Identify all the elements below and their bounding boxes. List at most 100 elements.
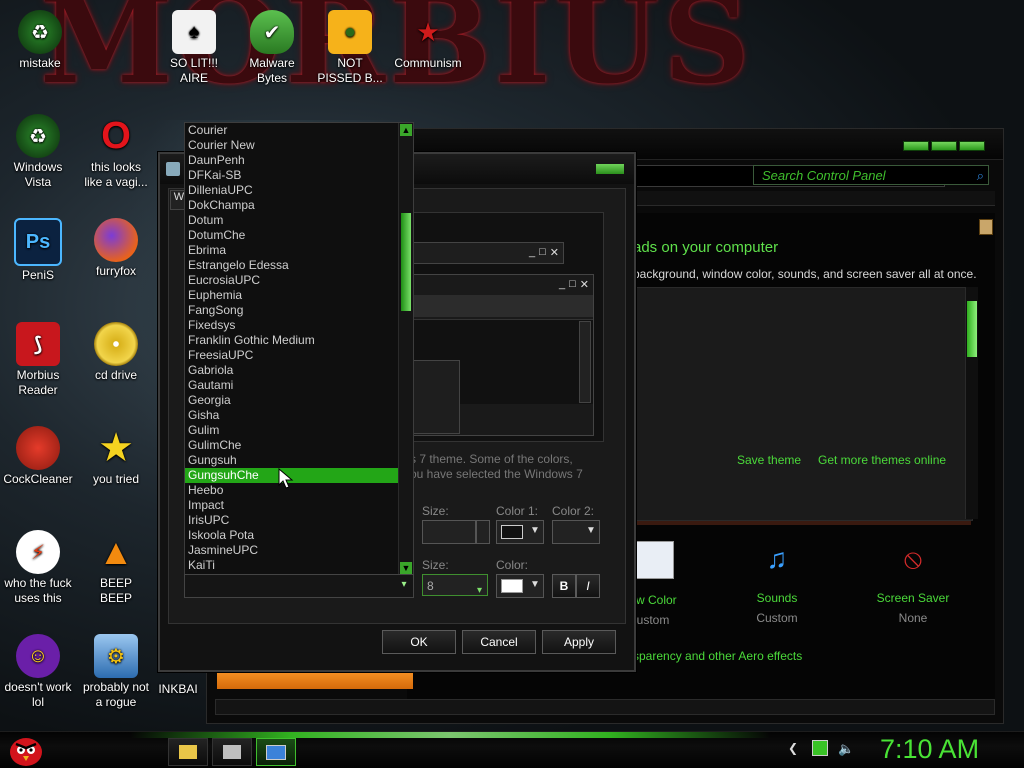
- font-option[interactable]: Estrangelo Edessa: [185, 258, 413, 273]
- font-option[interactable]: IrisUPC: [185, 513, 413, 528]
- system-tray: ❮ 🔈: [788, 740, 854, 756]
- desktop-icon-solitaire[interactable]: ♠ SO LIT!!! AIRE: [156, 10, 232, 86]
- desktop-icon-label: you tried: [92, 472, 140, 486]
- font-option[interactable]: DokChampa: [185, 198, 413, 213]
- desktop-icon-windows-vista[interactable]: ♻ Windows Vista: [0, 114, 76, 190]
- font-option[interactable]: Dotum: [185, 213, 413, 228]
- font-option[interactable]: Fixedsys: [185, 318, 413, 333]
- font-dropdown-list[interactable]: Courier Courier New DaunPenh DFKai-SB Dillen…: [184, 122, 414, 576]
- taskbar-control-panel-button[interactable]: [256, 738, 296, 766]
- font-option[interactable]: Impact: [185, 498, 413, 513]
- preview-scrollbar: [579, 321, 591, 403]
- help-icon[interactable]: [979, 219, 993, 235]
- item-size-input[interactable]: [422, 520, 476, 544]
- close-button[interactable]: [959, 141, 985, 151]
- cancel-button[interactable]: Cancel: [462, 630, 536, 654]
- desktop-icon-yahoo[interactable]: ☺ doesn't work lol: [0, 634, 76, 710]
- desktop-icon-firefox[interactable]: furryfox: [78, 218, 154, 279]
- desktop-icon-pdf-reader[interactable]: ⟆ Morbius Reader: [0, 322, 76, 398]
- desktop-icon-opera[interactable]: O this looks like a vagi...: [78, 114, 154, 190]
- desktop-icon-malwarebytes[interactable]: ✔ Malware Bytes: [234, 10, 310, 86]
- font-option[interactable]: FangSong: [185, 303, 413, 318]
- preview-inactive-window: _ □ ✕: [412, 242, 564, 264]
- font-select[interactable]: ▾: [184, 574, 414, 598]
- color2-picker[interactable]: ▼: [552, 520, 600, 544]
- get-more-themes-link[interactable]: Get more themes online: [818, 453, 946, 467]
- font-option[interactable]: Gabriola: [185, 363, 413, 378]
- italic-toggle[interactable]: I: [576, 574, 600, 598]
- font-list-scrollbar[interactable]: ▲ ▼: [398, 123, 413, 575]
- desktop-icon-ccleaner[interactable]: CockCleaner: [0, 426, 76, 487]
- font-option[interactable]: DilleniaUPC: [185, 183, 413, 198]
- volume-icon[interactable]: 🔈: [838, 741, 854, 756]
- font-option[interactable]: Gulim: [185, 423, 413, 438]
- scrollbar-thumb[interactable]: [401, 213, 411, 311]
- aero-effects-link[interactable]: sparency and other Aero effects: [633, 649, 802, 663]
- desktop-icon-flash[interactable]: ⚡ who the fuck uses this: [0, 530, 76, 606]
- search-input[interactable]: Search Control Panel: [753, 165, 989, 186]
- font-color-picker[interactable]: ▼: [496, 574, 544, 598]
- font-option[interactable]: GulimChe: [185, 438, 413, 453]
- start-button[interactable]: [6, 730, 46, 768]
- yahoo-messenger-icon: ☺: [16, 634, 60, 678]
- font-option[interactable]: DotumChe: [185, 228, 413, 243]
- ok-button[interactable]: OK: [382, 630, 456, 654]
- window-color-icon: [632, 541, 674, 579]
- pig-icon: ●: [328, 10, 372, 54]
- font-option[interactable]: Ebrima: [185, 243, 413, 258]
- desktop-icon-bad-piggies[interactable]: ● NOT PISSED B...: [312, 10, 388, 86]
- music-notes-icon: ♫: [766, 543, 788, 574]
- screen-saver-item[interactable]: ⦸ Screen Saver None: [853, 541, 973, 625]
- save-theme-link[interactable]: Save theme: [737, 453, 801, 467]
- font-size-select[interactable]: 8 ▾: [422, 574, 488, 596]
- font-option[interactable]: Courier: [185, 123, 413, 138]
- scrollbar-thumb[interactable]: [967, 301, 977, 357]
- font-option[interactable]: DFKai-SB: [185, 168, 413, 183]
- theme-scrollbar[interactable]: [965, 287, 978, 519]
- color1-picker[interactable]: ▼: [496, 520, 544, 544]
- network-icon[interactable]: [812, 740, 828, 756]
- font-option[interactable]: Euphemia: [185, 288, 413, 303]
- window-controls[interactable]: [903, 141, 985, 151]
- minimize-button[interactable]: [903, 141, 929, 151]
- dialog-close-button[interactable]: [596, 164, 624, 174]
- font-option[interactable]: JasmineUPC: [185, 543, 413, 558]
- font-option[interactable]: Franklin Gothic Medium: [185, 333, 413, 348]
- font-option[interactable]: Gautami: [185, 378, 413, 393]
- font-option[interactable]: Heebo: [185, 483, 413, 498]
- desktop-icon-you-tried[interactable]: ★ you tried: [78, 426, 154, 487]
- scroll-down-arrow-icon[interactable]: ▼: [400, 562, 412, 574]
- clock[interactable]: 7:10 AM: [880, 734, 979, 765]
- bold-toggle[interactable]: B: [552, 574, 576, 598]
- desktop-icon-mistake[interactable]: ♻ mistake: [2, 10, 78, 71]
- font-list[interactable]: Courier Courier New DaunPenh DFKai-SB Dillen…: [185, 123, 413, 573]
- font-option[interactable]: DaunPenh: [185, 153, 413, 168]
- show-hidden-icons-icon[interactable]: ❮: [788, 741, 802, 755]
- desktop-icon-photoshop[interactable]: Ps PeniS: [0, 218, 76, 283]
- font-option[interactable]: KaiTi: [185, 558, 413, 573]
- chevron-down-icon: ▼: [530, 579, 540, 590]
- font-option[interactable]: GungsuhChe: [185, 468, 413, 483]
- desktop-icon-rogue[interactable]: ⚙ probably not a rogue: [78, 634, 154, 710]
- item-size-spinner[interactable]: [476, 520, 490, 544]
- font-option[interactable]: Iskoola Pota: [185, 528, 413, 543]
- taskbar-app-button[interactable]: [212, 738, 252, 766]
- font-option[interactable]: EucrosiaUPC: [185, 273, 413, 288]
- font-option[interactable]: Georgia: [185, 393, 413, 408]
- preview-menu: [413, 295, 593, 317]
- desktop-icon-inkball[interactable]: INKBAI: [148, 682, 208, 697]
- font-option[interactable]: Gungsuh: [185, 453, 413, 468]
- font-option[interactable]: Gisha: [185, 408, 413, 423]
- theme-list[interactable]: [619, 287, 973, 521]
- desktop-icon-vlc[interactable]: ▲ BEEP BEEP: [78, 530, 154, 606]
- maximize-button[interactable]: [931, 141, 957, 151]
- taskbar-explorer-button[interactable]: [168, 738, 208, 766]
- desktop-icon-label: Morbius Reader: [16, 368, 60, 397]
- apply-button[interactable]: Apply: [542, 630, 616, 654]
- sounds-item[interactable]: ♫ Sounds Custom: [717, 541, 837, 625]
- scroll-up-arrow-icon[interactable]: ▲: [400, 124, 412, 136]
- desktop-icon-cd-drive[interactable]: cd drive: [78, 322, 154, 383]
- font-option[interactable]: FreesiaUPC: [185, 348, 413, 363]
- desktop-icon-communism[interactable]: ★ Communism: [390, 10, 466, 71]
- font-option[interactable]: Courier New: [185, 138, 413, 153]
